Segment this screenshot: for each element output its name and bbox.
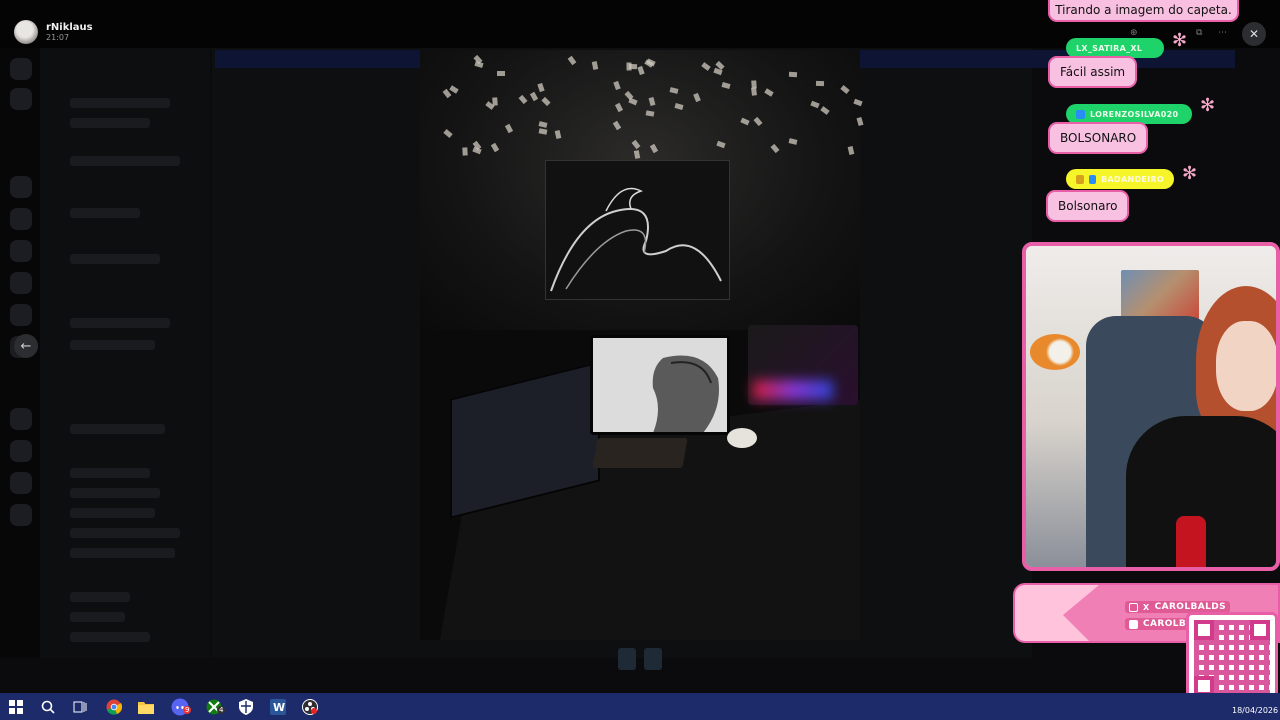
server-icon[interactable] <box>10 472 32 494</box>
wall-shard <box>788 71 797 78</box>
qr-finder <box>1194 620 1214 640</box>
plush-toy <box>1030 334 1080 370</box>
discord-icon[interactable]: 9 <box>170 697 192 717</box>
overlay-top-message: Tirando a imagem do capeta. <box>1048 0 1239 22</box>
channel-item[interactable] <box>70 528 180 538</box>
streamer-face <box>1216 321 1276 411</box>
zoom-icon[interactable]: ⊕ <box>1130 28 1138 38</box>
image-thumbnail[interactable] <box>644 648 662 670</box>
wall-shard <box>497 71 506 77</box>
channel-item[interactable] <box>70 468 150 478</box>
thumbnail-strip <box>618 648 662 670</box>
more-icon[interactable]: ⋯ <box>1218 28 1227 38</box>
uploader-header: rNiklaus 21:07 <box>14 20 93 44</box>
channel-item[interactable] <box>70 508 155 518</box>
channel-item[interactable] <box>70 548 175 558</box>
xbox-badge: 4 <box>217 706 226 714</box>
image-thumbnail[interactable] <box>618 648 636 670</box>
chat-username-text: LORENZOSILVA020 <box>1090 109 1179 119</box>
channel-item[interactable] <box>70 254 160 264</box>
file-explorer-icon[interactable] <box>136 697 156 717</box>
banner-wave-shape <box>1015 585 1099 641</box>
wall-shard <box>554 129 561 139</box>
flower-icon: ✻ <box>1200 95 1216 116</box>
close-viewer-button[interactable]: ✕ <box>1242 22 1266 46</box>
word-icon[interactable]: W <box>268 697 288 717</box>
chat-text: Fácil assim <box>1048 56 1138 88</box>
wave-artwork <box>545 160 730 300</box>
server-icon[interactable] <box>10 88 32 110</box>
wall-shard <box>816 81 825 87</box>
chrome-icon[interactable] <box>104 697 124 717</box>
channel-item[interactable] <box>70 98 170 108</box>
rgb-glow <box>753 380 833 400</box>
subscriber-badge-icon <box>1076 174 1084 184</box>
server-icon[interactable] <box>10 176 32 198</box>
upload-time: 21:07 <box>46 33 70 42</box>
uploader-name: rNiklaus <box>46 22 93 33</box>
avatar[interactable] <box>14 20 38 44</box>
microphone <box>1176 516 1206 567</box>
keyboard <box>592 438 688 468</box>
server-icon[interactable] <box>10 240 32 262</box>
channel-item[interactable] <box>70 612 125 622</box>
channel-list <box>40 48 210 658</box>
wall-shard <box>633 149 640 159</box>
qr-code <box>1186 612 1278 704</box>
chat-username-text: BADANDEIRO <box>1101 174 1164 184</box>
taskbar-date: 18/04/2026 <box>1232 706 1279 715</box>
discord-badge: 9 <box>183 706 192 714</box>
screen: rNiklaus 21:07 ⊕ ⧉ ⋯ ✕ ← Tirando a image… <box>0 0 1280 720</box>
chat-username: LX_SATIRA_XL <box>1066 38 1164 58</box>
webcam-frame <box>1022 242 1280 571</box>
flower-icon: ✻ <box>1172 30 1188 51</box>
subscriber-badge-icon <box>1076 109 1085 119</box>
instagram-icon <box>1129 602 1138 612</box>
center-monitor <box>590 335 730 435</box>
server-icon[interactable] <box>10 304 32 326</box>
channel-item[interactable] <box>70 118 150 128</box>
qr-finder <box>1250 620 1270 640</box>
previous-image-button[interactable]: ← <box>14 334 38 358</box>
server-icon[interactable] <box>10 58 32 80</box>
channel-item[interactable] <box>70 488 160 498</box>
search-icon[interactable] <box>38 697 58 717</box>
chat-text: BOLSONARO <box>1048 122 1149 154</box>
windows-start-icon[interactable] <box>6 697 26 717</box>
shield-icon[interactable] <box>236 697 256 717</box>
svg-text:W: W <box>273 701 285 714</box>
obs-icon[interactable] <box>300 697 320 717</box>
chat-text: Bolsonaro <box>1046 190 1130 222</box>
wall-shard <box>462 147 468 156</box>
flower-icon: ✻ <box>1182 163 1198 184</box>
channel-item[interactable] <box>70 424 165 434</box>
channel-item[interactable] <box>70 208 140 218</box>
wall-shard <box>626 62 632 71</box>
open-external-icon[interactable]: ⧉ <box>1196 28 1202 38</box>
server-icon[interactable] <box>10 208 32 230</box>
x-icon: X <box>1143 602 1150 612</box>
task-view-icon[interactable] <box>70 697 90 717</box>
server-icon[interactable] <box>10 408 32 430</box>
channel-item[interactable] <box>70 156 180 166</box>
chat-username: BADANDEIRO <box>1066 169 1174 189</box>
server-icon[interactable] <box>10 504 32 526</box>
mouse <box>727 428 757 448</box>
gift-badge-icon <box>1088 174 1097 184</box>
server-icon[interactable] <box>10 272 32 294</box>
channel-item[interactable] <box>70 632 150 642</box>
channel-item[interactable] <box>70 340 155 350</box>
social-handle: CAROLBALDS <box>1154 602 1226 612</box>
xbox-icon[interactable]: 4 <box>204 697 226 717</box>
wall-poster <box>1121 270 1199 320</box>
server-icon[interactable] <box>10 440 32 462</box>
youtube-icon <box>1129 619 1138 629</box>
channel-item[interactable] <box>70 592 130 602</box>
chat-username: LORENZOSILVA020 <box>1066 104 1192 124</box>
taskbar: 9 4 W <box>0 693 1280 720</box>
channel-item[interactable] <box>70 318 170 328</box>
